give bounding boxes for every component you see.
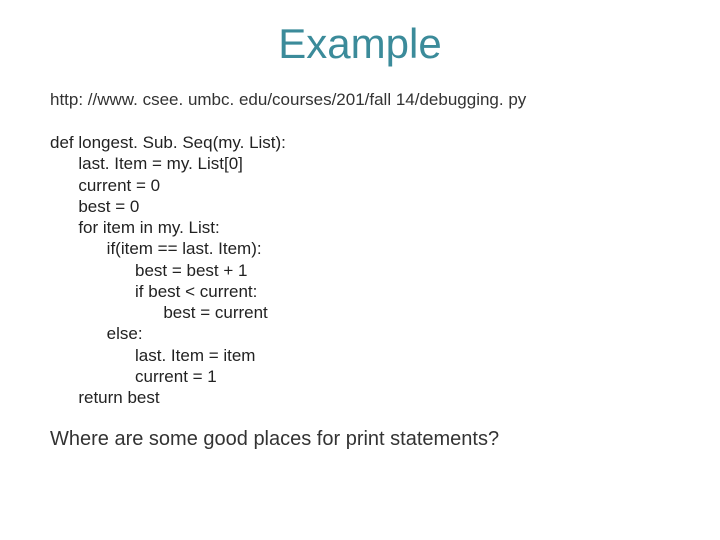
source-url: http: //www. csee. umbc. edu/courses/201… [50,90,670,110]
slide-title: Example [50,20,670,68]
question-text: Where are some good places for print sta… [50,428,670,451]
slide: Example http: //www. csee. umbc. edu/cou… [0,0,720,540]
code-block: def longest. Sub. Seq(my. List): last. I… [50,132,670,408]
